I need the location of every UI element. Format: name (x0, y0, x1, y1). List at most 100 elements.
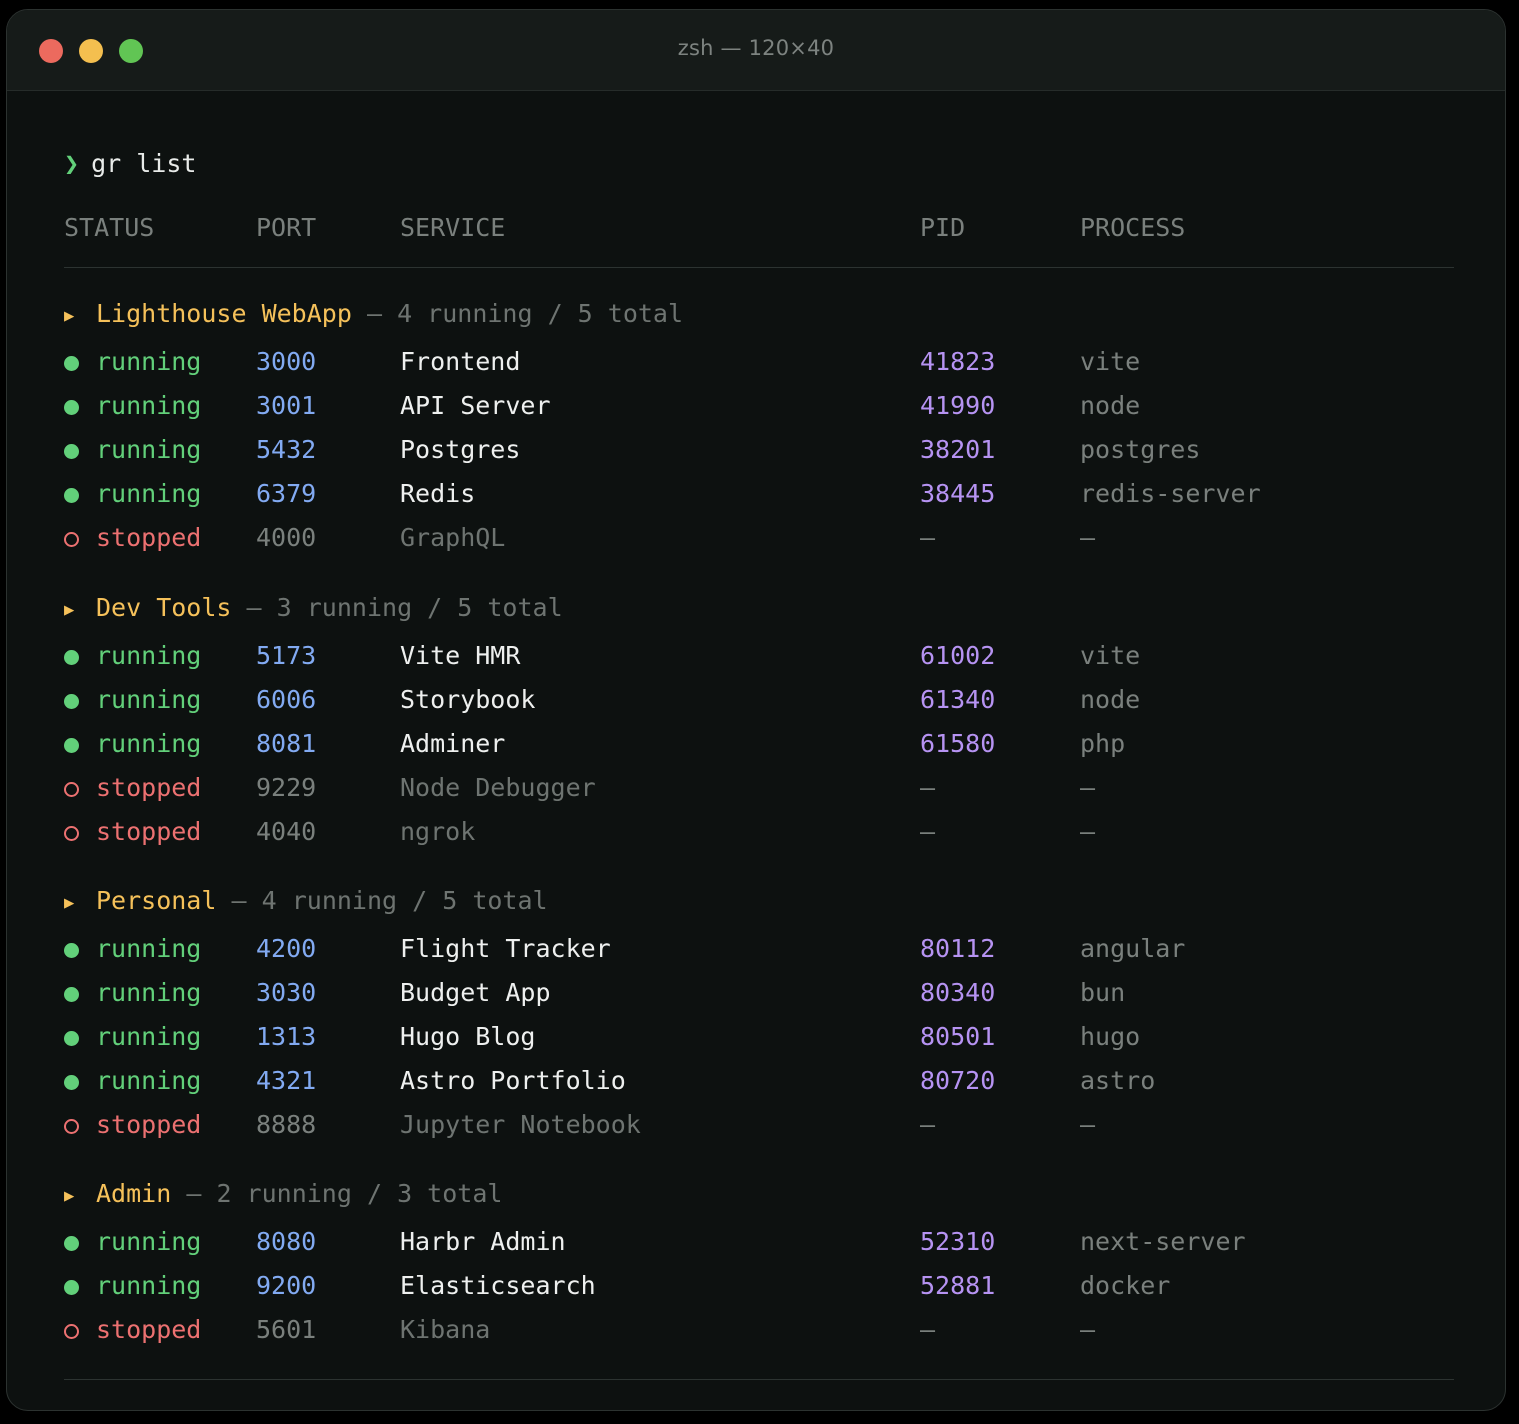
table-row[interactable]: stopped 4000 GraphQL — — (64, 520, 1454, 556)
status-dot-filled-icon (64, 987, 79, 1002)
service-cell: Adminer (400, 729, 506, 758)
process-cell: — (1080, 1315, 1096, 1344)
status-text: running (96, 435, 202, 464)
status-dot-filled-icon (64, 444, 79, 459)
status-cell: running (64, 476, 201, 512)
status-dot-filled-icon (64, 1236, 79, 1251)
table-row[interactable]: running 4200 Flight Tracker 80112 angular (64, 931, 1454, 967)
expand-triangle-icon[interactable]: ▶ (64, 592, 96, 628)
pid-cell: 52310 (920, 1227, 996, 1256)
port-cell: 4321 (256, 1066, 317, 1095)
title-bar: zsh — 120×40 (7, 10, 1505, 91)
process-cell: node (1080, 685, 1141, 714)
port-cell: 3001 (256, 391, 317, 420)
port-cell: 6006 (256, 685, 317, 714)
process-cell: — (1080, 773, 1096, 802)
status-text: stopped (96, 523, 202, 552)
port-cell: 5601 (256, 1315, 317, 1344)
status-cell: running (64, 726, 201, 762)
header-divider (64, 267, 1454, 268)
group-name: Personal (96, 886, 217, 915)
prompt-line: ❯ gr list (64, 146, 196, 182)
group-separator: — (246, 593, 262, 622)
process-cell: angular (1080, 934, 1186, 963)
table-row[interactable]: running 8080 Harbr Admin 52310 next-server (64, 1224, 1454, 1260)
service-cell: ngrok (400, 817, 476, 846)
table-row[interactable]: running 3001 API Server 41990 node (64, 388, 1454, 424)
service-cell: Flight Tracker (400, 934, 611, 963)
port-cell: 5173 (256, 641, 317, 670)
pid-cell: 61340 (920, 685, 996, 714)
table-row[interactable]: running 8081 Adminer 61580 php (64, 726, 1454, 762)
status-dot-filled-icon (64, 1031, 79, 1046)
table-row[interactable]: running 9200 Elasticsearch 52881 docker (64, 1268, 1454, 1304)
header-status: STATUS (64, 213, 155, 242)
group-name: Dev Tools (96, 593, 232, 622)
status-cell: running (64, 1063, 201, 1099)
service-cell: Budget App (400, 978, 551, 1007)
expand-triangle-icon[interactable]: ▶ (64, 885, 96, 921)
status-cell: running (64, 975, 201, 1011)
prompt-command: gr list (91, 149, 197, 178)
pid-cell: 61002 (920, 641, 996, 670)
pid-cell: — (920, 1315, 936, 1344)
expand-triangle-icon[interactable]: ▶ (64, 298, 96, 334)
port-cell: 4000 (256, 523, 317, 552)
table-row[interactable]: stopped 5601 Kibana — — (64, 1312, 1454, 1348)
expand-triangle-icon[interactable]: ▶ (64, 1178, 96, 1214)
table-row[interactable]: running 5173 Vite HMR 61002 vite (64, 638, 1454, 674)
table-row[interactable]: stopped 4040 ngrok — — (64, 814, 1454, 850)
group-header[interactable]: ▶ Personal — 4 running / 5 total (64, 883, 548, 919)
port-cell: 9200 (256, 1271, 317, 1300)
table-row[interactable]: running 1313 Hugo Blog 80501 hugo (64, 1019, 1454, 1055)
table-row[interactable]: stopped 8888 Jupyter Notebook — — (64, 1107, 1454, 1143)
status-dot-hollow-icon (64, 1324, 79, 1339)
table-row[interactable]: running 3000 Frontend 41823 vite (64, 344, 1454, 380)
table-row[interactable]: running 3030 Budget App 80340 bun (64, 975, 1454, 1011)
port-cell: 3000 (256, 347, 317, 376)
status-cell: running (64, 432, 201, 468)
group-header[interactable]: ▶ Admin — 2 running / 3 total (64, 1176, 502, 1212)
group-header[interactable]: ▶ Lighthouse WebApp — 4 running / 5 total (64, 296, 683, 332)
pid-cell: 80112 (920, 934, 996, 963)
status-text: running (96, 934, 202, 963)
table-row[interactable]: running 6379 Redis 38445 redis-server (64, 476, 1454, 512)
table-row[interactable]: running 4321 Astro Portfolio 80720 astro (64, 1063, 1454, 1099)
status-dot-filled-icon (64, 943, 79, 958)
status-text: stopped (96, 817, 202, 846)
table-row[interactable]: running 5432 Postgres 38201 postgres (64, 432, 1454, 468)
status-text: stopped (96, 773, 202, 802)
service-cell: GraphQL (400, 523, 506, 552)
status-text: running (96, 391, 202, 420)
process-cell: node (1080, 391, 1141, 420)
pid-cell: — (920, 1110, 936, 1139)
terminal-window: zsh — 120×40 ❯ gr list STATUS PORT SERVIC… (6, 9, 1506, 1411)
table-row[interactable]: running 6006 Storybook 61340 node (64, 682, 1454, 718)
process-cell: astro (1080, 1066, 1156, 1095)
status-text: running (96, 1227, 202, 1256)
port-cell: 4200 (256, 934, 317, 963)
status-cell: running (64, 1268, 201, 1304)
status-dot-filled-icon (64, 1075, 79, 1090)
pid-cell: 52881 (920, 1271, 996, 1300)
pid-cell: 80720 (920, 1066, 996, 1095)
process-cell: — (1080, 817, 1096, 846)
pid-cell: 41990 (920, 391, 996, 420)
service-cell: Hugo Blog (400, 1022, 536, 1051)
status-text: running (96, 1066, 202, 1095)
port-cell: 8888 (256, 1110, 317, 1139)
port-cell: 8080 (256, 1227, 317, 1256)
status-dot-hollow-icon (64, 782, 79, 797)
group-header[interactable]: ▶ Dev Tools — 3 running / 5 total (64, 590, 563, 626)
service-cell: Elasticsearch (400, 1271, 596, 1300)
process-cell: vite (1080, 347, 1141, 376)
process-cell: — (1080, 1110, 1096, 1139)
status-text: running (96, 729, 202, 758)
status-dot-hollow-icon (64, 826, 79, 841)
status-cell: stopped (64, 1312, 201, 1348)
table-row[interactable]: stopped 9229 Node Debugger — — (64, 770, 1454, 806)
process-cell: vite (1080, 641, 1141, 670)
footer-divider (64, 1379, 1454, 1380)
status-text: stopped (96, 1315, 202, 1344)
process-cell: php (1080, 729, 1126, 758)
